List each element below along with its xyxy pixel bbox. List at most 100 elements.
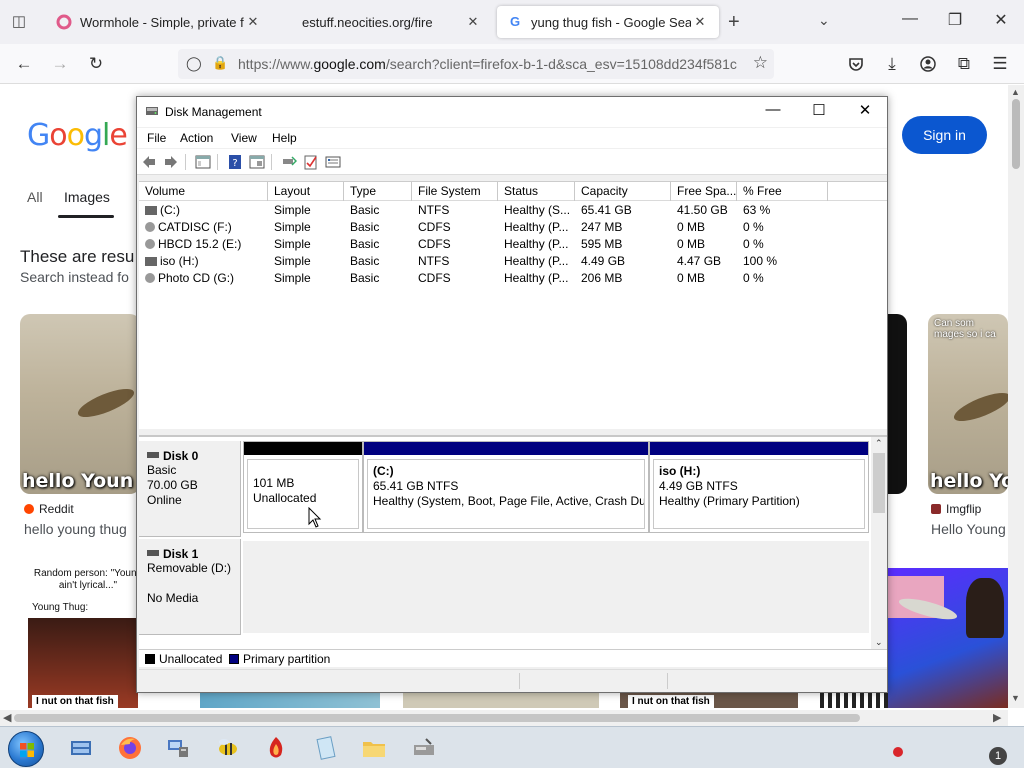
tracking-shield-icon[interactable]: ◯ xyxy=(186,55,202,72)
tab-all[interactable]: All xyxy=(27,189,43,205)
help-icon[interactable]: ? xyxy=(227,154,243,170)
window-title-bar[interactable]: Disk Management — ☐ ✕ xyxy=(137,97,887,127)
notification-badge[interactable]: 1 xyxy=(989,747,1007,765)
volume-row[interactable]: Photo CD (G:) Simple Basic CDFS Healthy … xyxy=(139,270,887,287)
disk-management-app-icon xyxy=(146,107,158,115)
col-layout[interactable]: Layout xyxy=(268,182,344,201)
graphical-view-scrollbar[interactable]: ⌃ ⌄ xyxy=(871,437,887,651)
scrollbar-thumb[interactable] xyxy=(873,453,885,513)
scroll-up-icon[interactable]: ▲ xyxy=(1011,87,1020,97)
network-computer-icon[interactable] xyxy=(165,735,191,761)
col-status[interactable]: Status xyxy=(498,182,575,201)
scroll-right-icon[interactable]: ▶ xyxy=(993,711,1001,724)
connect-disk-icon[interactable] xyxy=(281,154,297,170)
back-arrow-icon[interactable]: ← xyxy=(13,53,35,75)
search-instead-link[interactable]: Search instead fo xyxy=(20,269,129,285)
col-capacity[interactable]: Capacity xyxy=(575,182,671,201)
list-all-tabs-icon[interactable]: ◫ xyxy=(8,12,30,32)
disk-0-label[interactable]: Disk 0 Basic 70.00 GB Online xyxy=(139,441,241,537)
back-arrow-icon[interactable] xyxy=(141,154,157,170)
tab-close-icon[interactable]: ✕ xyxy=(244,14,262,30)
result-image-reddit[interactable]: hello Youn xyxy=(20,314,140,494)
url-text[interactable]: https://www.google.com/search?client=fir… xyxy=(238,56,738,72)
menu-action[interactable]: Action xyxy=(180,131,213,145)
tab-wormhole[interactable]: Wormhole - Simple, private file ✕ xyxy=(46,6,272,38)
burn-app-icon[interactable] xyxy=(263,735,289,761)
folder-icon[interactable] xyxy=(361,735,387,761)
chevron-down-icon[interactable]: ⌄ xyxy=(818,12,830,29)
col-percent-free[interactable]: % Free xyxy=(737,182,828,201)
result-source[interactable]: Imgflip xyxy=(931,502,981,516)
bookmark-star-icon[interactable]: ☆ xyxy=(753,53,768,73)
google-logo[interactable]: Google xyxy=(27,118,128,153)
close-window-icon[interactable]: ✕ xyxy=(991,10,1011,30)
tray-alert-icon[interactable] xyxy=(893,747,903,757)
scroll-up-icon[interactable]: ⌃ xyxy=(875,438,883,449)
restore-icon[interactable]: ❐ xyxy=(945,10,965,30)
col-volume[interactable]: Volume xyxy=(139,182,268,201)
menu-help[interactable]: Help xyxy=(272,131,297,145)
volume-row[interactable]: HBCD 15.2 (E:) Simple Basic CDFS Healthy… xyxy=(139,236,887,253)
page-vertical-scrollbar[interactable]: ▲ ▼ xyxy=(1008,85,1024,708)
close-icon[interactable]: ✕ xyxy=(850,101,880,119)
image-caption: hello Youn xyxy=(22,470,134,492)
server-manager-icon[interactable] xyxy=(68,735,94,761)
reload-icon[interactable]: ↻ xyxy=(85,53,107,75)
result-source[interactable]: Reddit xyxy=(24,502,74,516)
address-bar[interactable]: ◯ 🔒 https://www.google.com/search?client… xyxy=(178,49,774,79)
scrollbar-thumb[interactable] xyxy=(1012,99,1020,169)
drive-tools-icon[interactable] xyxy=(411,735,437,761)
firefox-icon[interactable] xyxy=(117,735,143,761)
tab-close-icon[interactable]: ✕ xyxy=(691,14,709,30)
hard-disk-icon xyxy=(145,206,157,215)
partition-unallocated[interactable]: 101 MB Unallocated xyxy=(243,441,363,533)
notepad-icon[interactable] xyxy=(313,735,339,761)
properties-icon[interactable] xyxy=(249,154,265,170)
result-title[interactable]: Hello Young xyxy=(931,521,1006,537)
scrollbar-thumb[interactable] xyxy=(14,714,860,722)
partition-c[interactable]: (C:) 65.41 GB NTFS Healthy (System, Boot… xyxy=(363,441,649,533)
scroll-left-icon[interactable]: ◀ xyxy=(3,711,11,724)
sign-in-button[interactable]: Sign in xyxy=(902,116,987,154)
account-icon[interactable] xyxy=(917,53,939,75)
tab-close-icon[interactable]: ✕ xyxy=(464,14,482,30)
downloads-icon[interactable]: ⤓ xyxy=(881,53,903,75)
checklist-icon[interactable] xyxy=(303,154,319,170)
pocket-icon[interactable] xyxy=(845,53,867,75)
tab-estuff[interactable]: estuff.neocities.org/fire ✕ xyxy=(292,6,492,38)
result-title[interactable]: hello young thug xyxy=(24,521,127,537)
tab-images[interactable]: Images xyxy=(64,189,110,205)
forward-arrow-icon[interactable]: → xyxy=(49,53,71,75)
scroll-down-icon[interactable]: ⌄ xyxy=(875,637,883,648)
console-tree-icon[interactable] xyxy=(195,154,211,170)
result-image-fish-meme[interactable] xyxy=(888,568,1008,708)
col-free-space[interactable]: Free Spa... xyxy=(671,182,737,201)
forward-arrow-icon[interactable] xyxy=(163,154,179,170)
tab-google-search[interactable]: G yung thug fish - Google Search ✕ xyxy=(497,6,719,38)
result-image-meme[interactable]: Random person: "Young ain't lyrical..." … xyxy=(24,562,142,708)
bee-app-icon[interactable] xyxy=(215,735,241,761)
start-button[interactable] xyxy=(8,731,44,767)
page-horizontal-scrollbar[interactable]: ◀ ▶ xyxy=(0,710,1008,726)
minimize-icon[interactable]: — xyxy=(758,101,788,118)
volume-row[interactable]: iso (H:) Simple Basic NTFS Healthy (P...… xyxy=(139,253,887,270)
new-tab-plus-icon[interactable]: + xyxy=(728,11,740,34)
result-image-imgflip[interactable]: Can som mages so i ca hello Yo xyxy=(928,314,1008,494)
result-image-dark[interactable] xyxy=(887,314,907,494)
partition-h[interactable]: iso (H:) 4.49 GB NTFS Healthy (Primary P… xyxy=(649,441,869,533)
menu-hamburger-icon[interactable]: ☰ xyxy=(989,53,1011,75)
lock-icon[interactable]: 🔒 xyxy=(212,55,228,71)
volume-row[interactable]: CATDISC (F:) Simple Basic CDFS Healthy (… xyxy=(139,219,887,236)
extensions-icon[interactable]: ⧉ xyxy=(953,53,975,75)
col-file-system[interactable]: File System xyxy=(412,182,498,201)
menu-file[interactable]: File xyxy=(147,131,166,145)
list-view-icon[interactable] xyxy=(325,154,341,170)
maximize-icon[interactable]: ☐ xyxy=(804,101,834,119)
menu-view[interactable]: View xyxy=(231,131,257,145)
scroll-down-icon[interactable]: ▼ xyxy=(1011,693,1020,703)
disk-1-label[interactable]: Disk 1 Removable (D:) No Media xyxy=(139,539,241,635)
disk-icon xyxy=(147,550,159,556)
col-type[interactable]: Type xyxy=(344,182,412,201)
minimize-icon[interactable]: — xyxy=(900,10,920,28)
volume-row[interactable]: (C:) Simple Basic NTFS Healthy (S... 65.… xyxy=(139,202,887,219)
